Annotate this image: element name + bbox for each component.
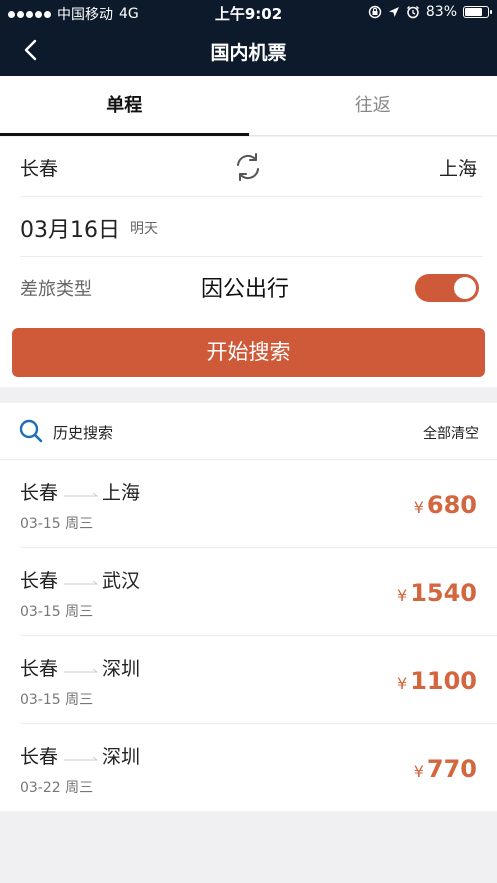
date-relative-note: 明天: [130, 221, 158, 237]
currency-symbol: ¥: [397, 674, 408, 693]
tab-one-way[interactable]: 单程: [0, 76, 249, 136]
search-button[interactable]: 开始搜索: [12, 328, 485, 377]
price-value: 680: [426, 491, 477, 519]
history-item[interactable]: 长春 上海 03-15 周三 ¥680: [20, 460, 497, 548]
search-icon: [19, 419, 43, 443]
history-from-city: 长春: [20, 570, 59, 592]
departure-city[interactable]: 长春: [20, 154, 58, 181]
trip-type-label: 差旅类型: [20, 279, 92, 300]
route-arrow-icon: [64, 580, 98, 585]
history-to-city: 上海: [102, 482, 141, 504]
alarm-clock-icon: [406, 6, 419, 19]
battery-fill: [465, 8, 482, 16]
date-row[interactable]: 03月16日 明天: [20, 197, 483, 257]
history-price: ¥680: [414, 491, 477, 519]
swap-refresh-icon[interactable]: [232, 151, 264, 183]
toggle-knob: [454, 277, 476, 299]
orientation-lock-icon: [368, 5, 382, 19]
history-list: 长春 上海 03-15 周三 ¥680 长春 武汉 03-15 周三 ¥1540…: [0, 460, 497, 812]
route-arrow-icon: [64, 756, 98, 761]
status-bar: 中国移动 4G 上午9:02 83%: [0, 0, 497, 24]
currency-symbol: ¥: [413, 762, 424, 781]
history-to-city: 深圳: [102, 658, 141, 680]
status-bar-right: 83%: [368, 4, 492, 20]
history-date: 03-15 周三: [20, 604, 94, 620]
departure-date: 03月16日: [20, 218, 120, 243]
price-value: 1100: [410, 667, 477, 695]
history-price: ¥1540: [397, 579, 477, 607]
history-price: ¥1100: [397, 667, 477, 695]
page-title: 国内机票: [210, 42, 287, 64]
history-header: 历史搜索 全部清空: [0, 403, 497, 460]
tab-round-trip[interactable]: 往返: [249, 76, 497, 135]
history-item[interactable]: 长春 深圳 03-15 周三 ¥1100: [20, 636, 497, 724]
search-history: 历史搜索 全部清空 长春 上海 03-15 周三 ¥680 长春 武汉 03-1…: [0, 403, 497, 811]
history-date: 03-22 周三: [20, 780, 94, 796]
history-from-city: 长春: [20, 746, 59, 768]
currency-symbol: ¥: [397, 586, 408, 605]
route-arrow-icon: [64, 492, 98, 497]
clear-all-button[interactable]: 全部清空: [423, 423, 479, 443]
price-value: 770: [426, 755, 477, 783]
price-value: 1540: [410, 579, 477, 607]
history-price: ¥770: [414, 755, 477, 783]
route-row: 长春 上海: [20, 137, 483, 197]
history-to-city: 武汉: [102, 570, 141, 592]
trip-type-value: 因公出行: [201, 277, 290, 302]
location-arrow-icon: [388, 7, 399, 17]
history-date: 03-15 周三: [20, 516, 94, 532]
history-title: 历史搜索: [53, 424, 114, 442]
history-from-city: 长春: [20, 658, 59, 680]
search-form: 长春 上海 03月16日 明天 差旅类型 因公出行 开始搜索: [0, 137, 497, 387]
currency-symbol: ¥: [413, 498, 424, 517]
trip-type-row: 差旅类型 因公出行: [20, 257, 483, 317]
battery-icon: [463, 6, 492, 18]
trip-tabs: 单程 往返: [0, 76, 497, 136]
history-from-city: 长春: [20, 482, 59, 504]
history-to-city: 深圳: [102, 746, 141, 768]
history-item[interactable]: 长春 深圳 03-22 周三 ¥770: [20, 724, 497, 812]
battery-percent: 83%: [425, 4, 457, 20]
arrival-city[interactable]: 上海: [439, 154, 477, 181]
nav-bar: 国内机票: [0, 24, 497, 76]
route-arrow-icon: [64, 668, 98, 673]
history-date: 03-15 周三: [20, 692, 94, 708]
history-item[interactable]: 长春 武汉 03-15 周三 ¥1540: [20, 548, 497, 636]
trip-type-toggle[interactable]: [415, 274, 479, 302]
